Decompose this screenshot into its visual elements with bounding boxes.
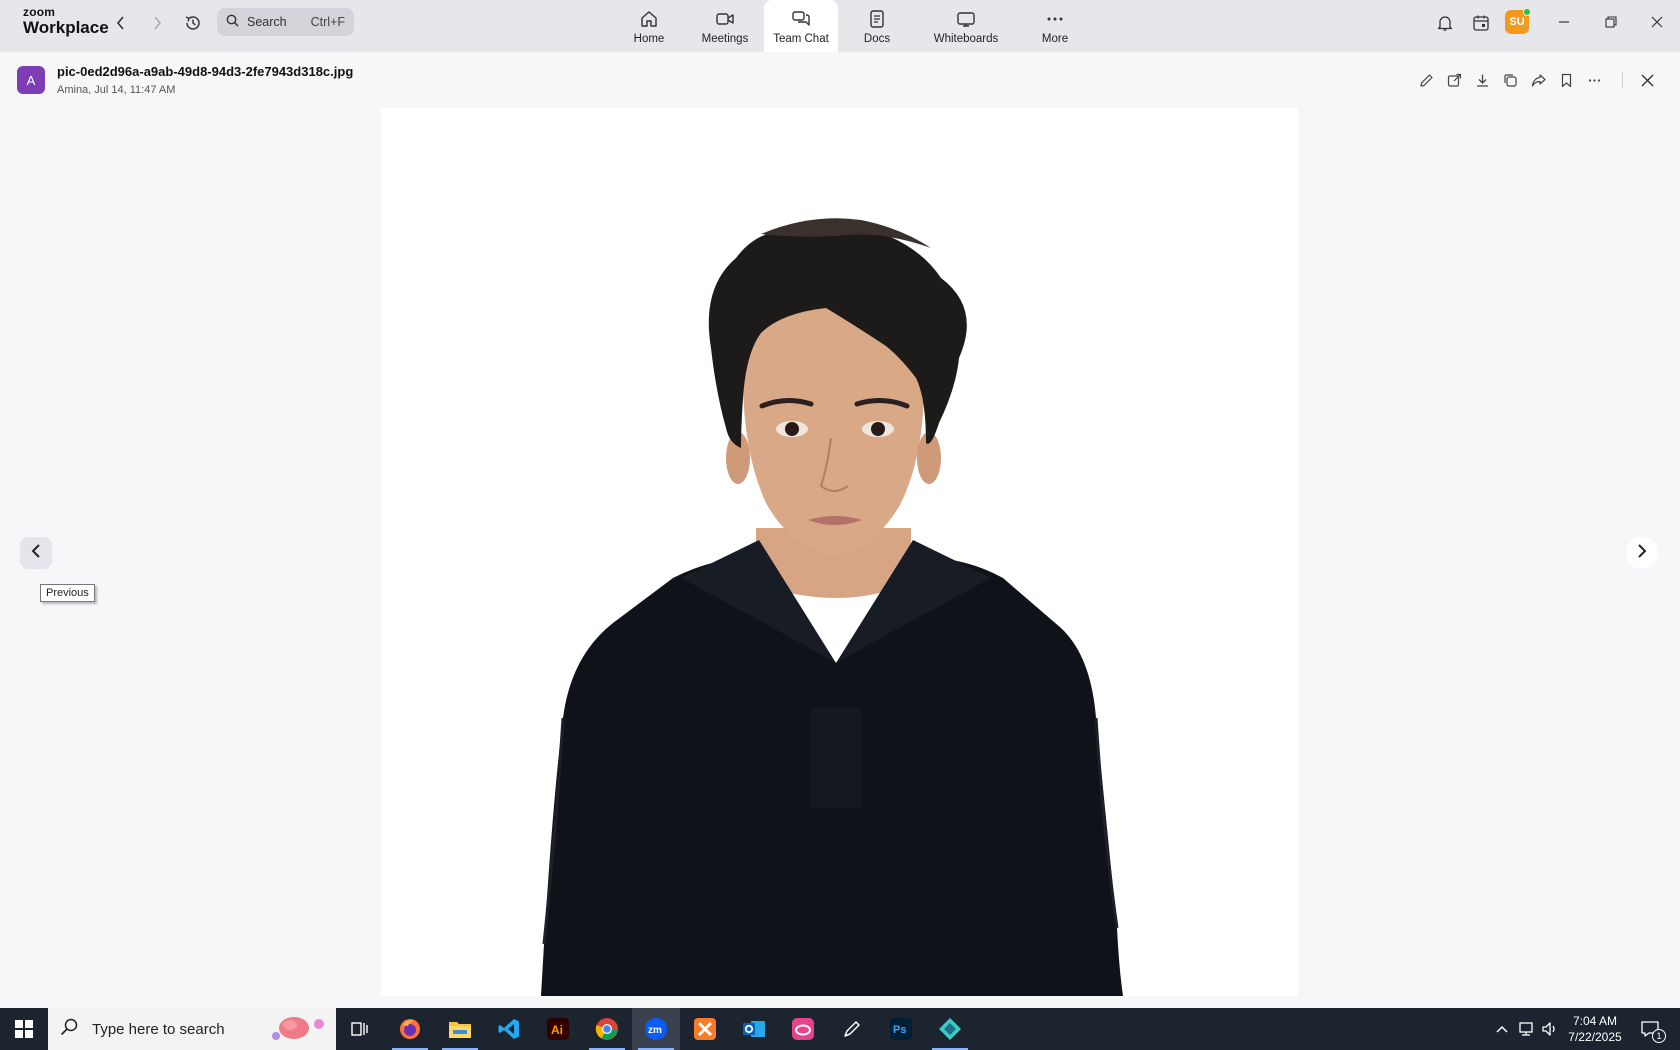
chat-icon bbox=[791, 8, 811, 30]
previous-tooltip: Previous bbox=[40, 584, 95, 602]
clock-time: 7:04 AM bbox=[1572, 1014, 1618, 1028]
image-preview bbox=[381, 108, 1298, 996]
windows-taskbar: Type here to search Ai zm Ps 7:04 AM 7/2… bbox=[0, 1008, 1680, 1050]
close-viewer-icon[interactable] bbox=[1638, 71, 1656, 89]
tab-home[interactable]: Home bbox=[612, 0, 686, 52]
toolbar-divider bbox=[1622, 72, 1623, 88]
task-view-icon[interactable] bbox=[336, 1008, 384, 1050]
copy-icon[interactable] bbox=[1501, 71, 1519, 89]
more-icon bbox=[1045, 8, 1065, 30]
vscode-icon[interactable] bbox=[485, 1008, 533, 1050]
sender-avatar: A bbox=[17, 66, 45, 94]
svg-text:Ai: Ai bbox=[551, 1023, 563, 1037]
search-label: Search bbox=[247, 15, 287, 29]
calendar-icon[interactable] bbox=[1469, 11, 1493, 35]
edit-icon[interactable] bbox=[1417, 71, 1435, 89]
tab-label: Meetings bbox=[701, 33, 749, 45]
tab-label: Whiteboards bbox=[933, 33, 999, 45]
file-explorer-icon[interactable] bbox=[436, 1008, 484, 1050]
brand-workplace: Workplace bbox=[23, 18, 109, 37]
home-icon bbox=[639, 8, 659, 30]
tab-label: Team Chat bbox=[773, 33, 829, 45]
download-icon[interactable] bbox=[1473, 71, 1491, 89]
volume-icon[interactable] bbox=[1541, 1020, 1559, 1038]
open-external-icon[interactable] bbox=[1445, 71, 1463, 89]
illustrator-icon[interactable]: Ai bbox=[534, 1008, 582, 1050]
brand-zoom: zoom bbox=[23, 5, 56, 19]
pen-tool-icon[interactable] bbox=[828, 1008, 876, 1050]
tab-label: More bbox=[1041, 33, 1069, 45]
close-window-icon[interactable] bbox=[1634, 10, 1680, 34]
search-icon bbox=[226, 14, 239, 30]
taskbar-clock[interactable]: 7:04 AM 7/22/2025 bbox=[1560, 1013, 1630, 1045]
share-icon[interactable] bbox=[1529, 71, 1547, 89]
tab-meetings[interactable]: Meetings bbox=[688, 0, 762, 52]
video-icon bbox=[715, 8, 735, 30]
network-icon[interactable] bbox=[1518, 1020, 1536, 1038]
zoom-app-icon[interactable]: zm bbox=[632, 1008, 680, 1050]
taskbar-search-placeholder: Type here to search bbox=[92, 1020, 225, 1038]
restore-icon[interactable] bbox=[1588, 10, 1634, 34]
xampp-icon[interactable] bbox=[681, 1008, 729, 1050]
file-meta: Amina, Jul 14, 11:47 AM bbox=[57, 84, 176, 96]
notifications-bell-icon[interactable] bbox=[1433, 11, 1457, 35]
outlook-icon[interactable] bbox=[730, 1008, 778, 1050]
chrome-icon[interactable] bbox=[583, 1008, 631, 1050]
title-bar: zoom Workplace Search Ctrl+F Home Meetin… bbox=[0, 0, 1680, 52]
bookmark-icon[interactable] bbox=[1557, 71, 1575, 89]
search-shortcut: Ctrl+F bbox=[310, 15, 345, 29]
next-button[interactable] bbox=[1626, 537, 1658, 569]
more-options-icon[interactable] bbox=[1585, 71, 1603, 89]
photoshop-icon[interactable]: Ps bbox=[877, 1008, 925, 1050]
whiteboard-icon bbox=[956, 8, 976, 30]
tab-whiteboards[interactable]: Whiteboards bbox=[916, 0, 1016, 52]
creative-cloud-icon[interactable] bbox=[779, 1008, 827, 1050]
tab-label: Docs bbox=[863, 33, 891, 45]
tab-docs[interactable]: Docs bbox=[840, 0, 914, 52]
clock-date: 7/22/2025 bbox=[1568, 1030, 1622, 1044]
search-icon bbox=[60, 1018, 78, 1040]
app-diamond-icon[interactable] bbox=[926, 1008, 974, 1050]
file-name: pic-0ed2d96a-a9ab-49d8-94d3-2fe7943d318c… bbox=[57, 64, 354, 79]
svg-text:zm: zm bbox=[648, 1025, 662, 1036]
svg-text:Ps: Ps bbox=[893, 1024, 906, 1036]
tab-team-chat[interactable]: Team Chat bbox=[764, 0, 838, 52]
online-status-dot bbox=[1523, 8, 1531, 16]
chevron-right-icon bbox=[1636, 543, 1648, 564]
windows-start-icon[interactable] bbox=[0, 1008, 48, 1050]
firefox-icon[interactable] bbox=[386, 1008, 434, 1050]
history-icon[interactable] bbox=[181, 11, 205, 35]
forward-arrow-icon[interactable] bbox=[146, 12, 168, 34]
search-box[interactable]: Search Ctrl+F bbox=[217, 8, 354, 36]
search-highlight-brain-icon bbox=[268, 1014, 330, 1049]
back-arrow-icon[interactable] bbox=[110, 12, 132, 34]
app-logo: zoom Workplace bbox=[23, 6, 109, 36]
chevron-left-icon bbox=[30, 543, 42, 564]
doc-icon bbox=[867, 8, 887, 30]
main-tabs: Home Meetings Team Chat Docs Whiteboards bbox=[612, 0, 1094, 52]
tab-label: Home bbox=[633, 33, 665, 45]
tab-more[interactable]: More bbox=[1018, 0, 1092, 52]
tray-overflow-chevron-icon[interactable] bbox=[1493, 1020, 1511, 1038]
notification-count-badge: 1 bbox=[1652, 1029, 1666, 1043]
minimize-icon[interactable] bbox=[1541, 10, 1587, 34]
previous-button[interactable] bbox=[20, 537, 52, 569]
